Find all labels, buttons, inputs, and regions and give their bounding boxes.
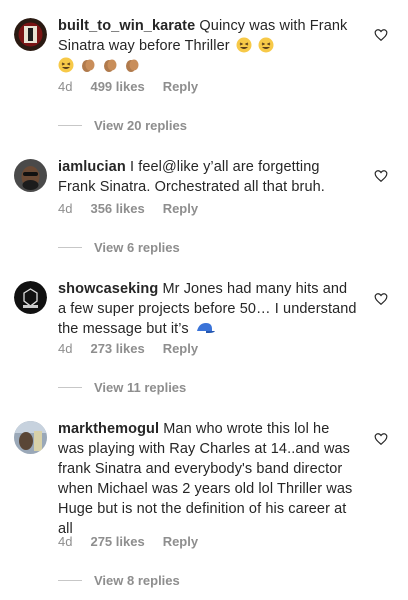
avatar[interactable] [14, 421, 47, 454]
heart-outline-icon[interactable] [374, 292, 388, 306]
clapping-hands-emoji [126, 59, 139, 72]
heart-outline-icon[interactable] [374, 169, 388, 183]
username[interactable]: markthemogul [58, 421, 159, 437]
divider-line [58, 247, 82, 248]
avatar[interactable] [14, 281, 47, 314]
comment-text: iamlucian I feel@like y’all are forgetti… [58, 159, 325, 195]
reply-button[interactable]: Reply [163, 534, 198, 549]
comment-meta: 4d 356 likes Reply [58, 201, 198, 216]
reply-button[interactable]: Reply [163, 201, 198, 216]
clapping-hands-emoji [82, 59, 95, 72]
view-replies-button[interactable]: View 6 replies [58, 240, 180, 255]
likes-count[interactable]: 356 likes [90, 201, 144, 216]
clapping-hands-emoji [104, 59, 117, 72]
username[interactable]: showcaseking [58, 281, 158, 297]
reply-button[interactable]: Reply [163, 341, 198, 356]
view-replies-label: View 20 replies [94, 118, 187, 133]
reply-button[interactable]: Reply [163, 79, 198, 94]
blue-cap-emoji [196, 323, 215, 333]
view-replies-button[interactable]: View 20 replies [58, 118, 187, 133]
timestamp: 4d [58, 79, 73, 94]
username[interactable]: iamlucian [58, 159, 126, 175]
view-replies-button[interactable]: View 8 replies [58, 573, 180, 588]
timestamp: 4d [58, 534, 73, 549]
timestamp: 4d [58, 341, 73, 356]
view-replies-label: View 6 replies [94, 240, 180, 255]
comment-meta: 4d 275 likes Reply [58, 534, 198, 549]
heart-outline-icon[interactable] [374, 432, 388, 446]
comment-text: markthemogul Man who wrote this lol he w… [58, 421, 353, 537]
likes-count[interactable]: 275 likes [90, 534, 144, 549]
heart-outline-icon[interactable] [374, 28, 388, 42]
username[interactable]: built_to_win_karate [58, 18, 195, 34]
view-replies-button[interactable]: View 11 replies [58, 380, 186, 395]
view-replies-label: View 11 replies [94, 380, 187, 395]
comment-text: built_to_win_karate Quincy was with Fran… [58, 16, 358, 76]
comment-meta: 4d 273 likes Reply [58, 341, 198, 356]
avatar[interactable] [14, 159, 47, 192]
likes-count[interactable]: 499 likes [90, 79, 144, 94]
grinning-squinting-emoji [58, 57, 74, 73]
grinning-squinting-emoji [258, 37, 274, 53]
comment-text: showcaseking Mr Jones had many hits and … [58, 281, 357, 337]
comment-meta: 4d 499 likes Reply [58, 79, 198, 94]
divider-line [58, 580, 82, 581]
likes-count[interactable]: 273 likes [90, 341, 144, 356]
timestamp: 4d [58, 201, 73, 216]
divider-line [58, 387, 82, 388]
divider-line [58, 125, 82, 126]
view-replies-label: View 8 replies [94, 573, 180, 588]
grinning-squinting-emoji [236, 37, 252, 53]
avatar[interactable] [14, 18, 47, 51]
